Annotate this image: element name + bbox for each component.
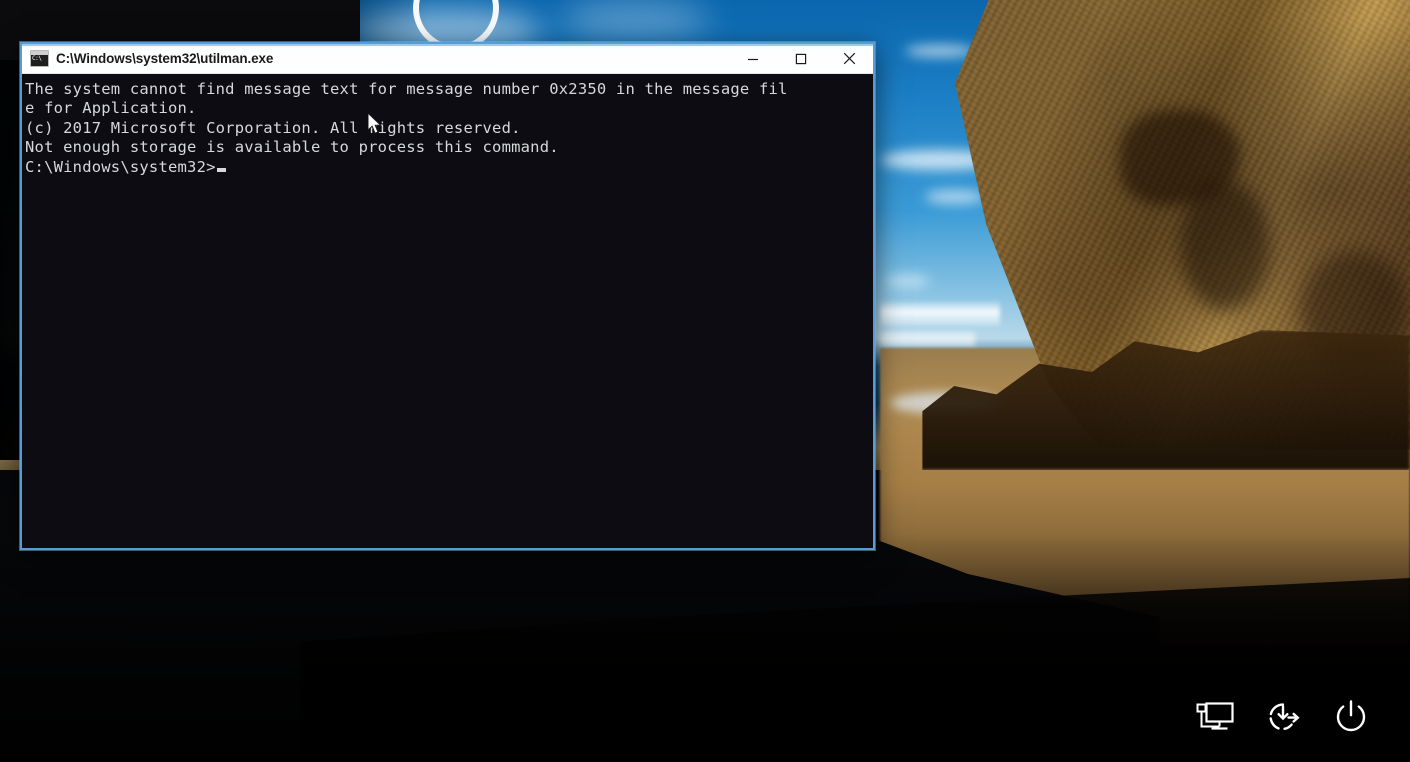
console-window[interactable]: C:\Windows\system32\utilman.exe bbox=[20, 42, 875, 550]
cmd-console-icon bbox=[30, 50, 49, 67]
lock-screen: C:\Windows\system32\utilman.exe bbox=[0, 0, 1410, 762]
cloud bbox=[560, 0, 710, 40]
maximize-button[interactable] bbox=[777, 44, 825, 73]
close-button[interactable] bbox=[825, 44, 873, 73]
minimize-button[interactable] bbox=[729, 44, 777, 73]
titlebar[interactable]: C:\Windows\system32\utilman.exe bbox=[22, 44, 873, 74]
ocean-surf bbox=[880, 300, 1000, 326]
ease-of-access-icon[interactable] bbox=[1260, 694, 1306, 740]
console-line: The system cannot find message text for … bbox=[25, 80, 788, 98]
window-title: C:\Windows\system32\utilman.exe bbox=[56, 51, 274, 66]
console-line: e for Application. bbox=[25, 99, 197, 118]
system-tray bbox=[1192, 694, 1374, 740]
console-prompt-line: C:\Windows\system32> bbox=[25, 158, 873, 177]
power-icon[interactable] bbox=[1328, 694, 1374, 740]
console-line: (c) 2017 Microsoft Corporation. All righ… bbox=[25, 118, 521, 137]
console-output-area[interactable]: The system cannot find message text for … bbox=[22, 74, 873, 548]
cloud bbox=[925, 190, 985, 204]
ocean-surf bbox=[880, 332, 975, 346]
cliff-shadow bbox=[1180, 180, 1270, 310]
block-cursor bbox=[216, 167, 226, 172]
console-line: Not enough storage is available to proce… bbox=[25, 138, 559, 157]
window-controls bbox=[729, 44, 873, 73]
network-icon[interactable] bbox=[1192, 694, 1238, 740]
cloud bbox=[905, 45, 975, 57]
console-prompt: C:\Windows\system32> bbox=[25, 157, 216, 176]
cloud bbox=[885, 275, 930, 287]
